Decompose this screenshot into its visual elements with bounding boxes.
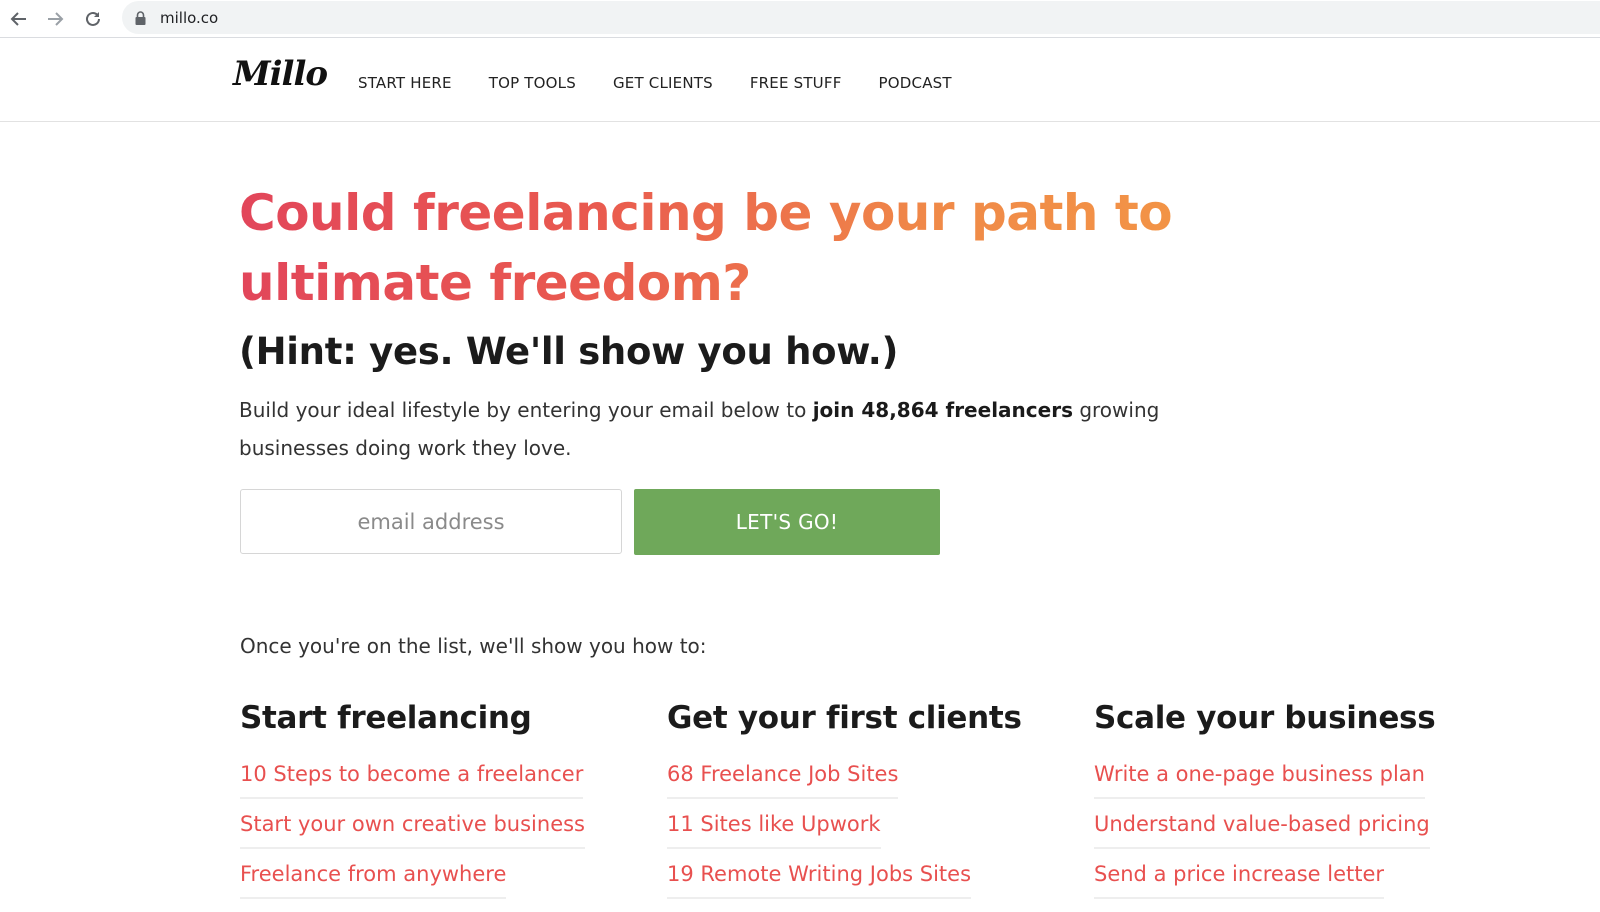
nav-top-tools[interactable]: TOP TOOLS xyxy=(489,74,576,92)
link-sites-like-upwork[interactable]: 11 Sites like Upwork xyxy=(667,812,881,849)
column-heading: Start freelancing xyxy=(240,700,532,736)
column-first-clients: Get your first clients 68 Freelance Job … xyxy=(667,700,1022,912)
lets-go-button[interactable]: LET'S GO! xyxy=(634,489,940,555)
link-creative-business[interactable]: Start your own creative business xyxy=(240,812,586,849)
link-writing-jobs[interactable]: 19 Remote Writing Jobs Sites xyxy=(667,862,972,899)
column-heading: Scale your business xyxy=(1094,700,1436,736)
link-value-pricing[interactable]: Understand value-based pricing xyxy=(1094,812,1430,849)
link-10-steps[interactable]: 10 Steps to become a freelancer xyxy=(240,762,584,799)
column-start-freelancing: Start freelancing 10 Steps to become a f… xyxy=(240,700,586,912)
nav-free-stuff[interactable]: FREE STUFF xyxy=(750,74,842,92)
column-heading: Get your first clients xyxy=(667,700,1022,736)
link-business-plan[interactable]: Write a one-page business plan xyxy=(1094,762,1425,799)
lock-icon xyxy=(135,10,146,29)
site-header: Millo START HERE TOP TOOLS GET CLIENTS F… xyxy=(0,38,1600,122)
intro-bold-count: join 48,864 freelancers xyxy=(812,398,1073,422)
link-freelance-anywhere[interactable]: Freelance from anywhere xyxy=(240,862,507,899)
url-text: millo.co xyxy=(160,9,219,27)
link-job-sites[interactable]: 68 Freelance Job Sites xyxy=(667,762,899,799)
hero-hint: (Hint: yes. We'll show you how.) xyxy=(239,330,899,373)
nav-start-here[interactable]: START HERE xyxy=(358,74,452,92)
main-nav: START HERE TOP TOOLS GET CLIENTS FREE ST… xyxy=(358,74,989,92)
hero-intro: Build your ideal lifestyle by entering y… xyxy=(239,391,1169,467)
intro-text-start: Build your ideal lifestyle by entering y… xyxy=(239,398,813,422)
email-field[interactable] xyxy=(240,489,622,554)
back-arrow-icon[interactable] xyxy=(6,6,32,32)
column-scale-business: Scale your business Write a one-page bus… xyxy=(1094,700,1436,912)
list-intro: Once you're on the list, we'll show you … xyxy=(240,634,707,658)
browser-toolbar: millo.co xyxy=(0,0,1600,38)
link-price-increase[interactable]: Send a price increase letter xyxy=(1094,862,1385,899)
hero-title: Could freelancing be your path to ultima… xyxy=(239,178,1239,318)
nav-get-clients[interactable]: GET CLIENTS xyxy=(613,74,713,92)
nav-podcast[interactable]: PODCAST xyxy=(879,74,952,92)
address-bar[interactable]: millo.co xyxy=(122,1,1600,34)
millo-logo[interactable]: Millo xyxy=(233,54,328,94)
forward-arrow-icon[interactable] xyxy=(42,6,68,32)
reload-icon[interactable] xyxy=(80,6,106,32)
